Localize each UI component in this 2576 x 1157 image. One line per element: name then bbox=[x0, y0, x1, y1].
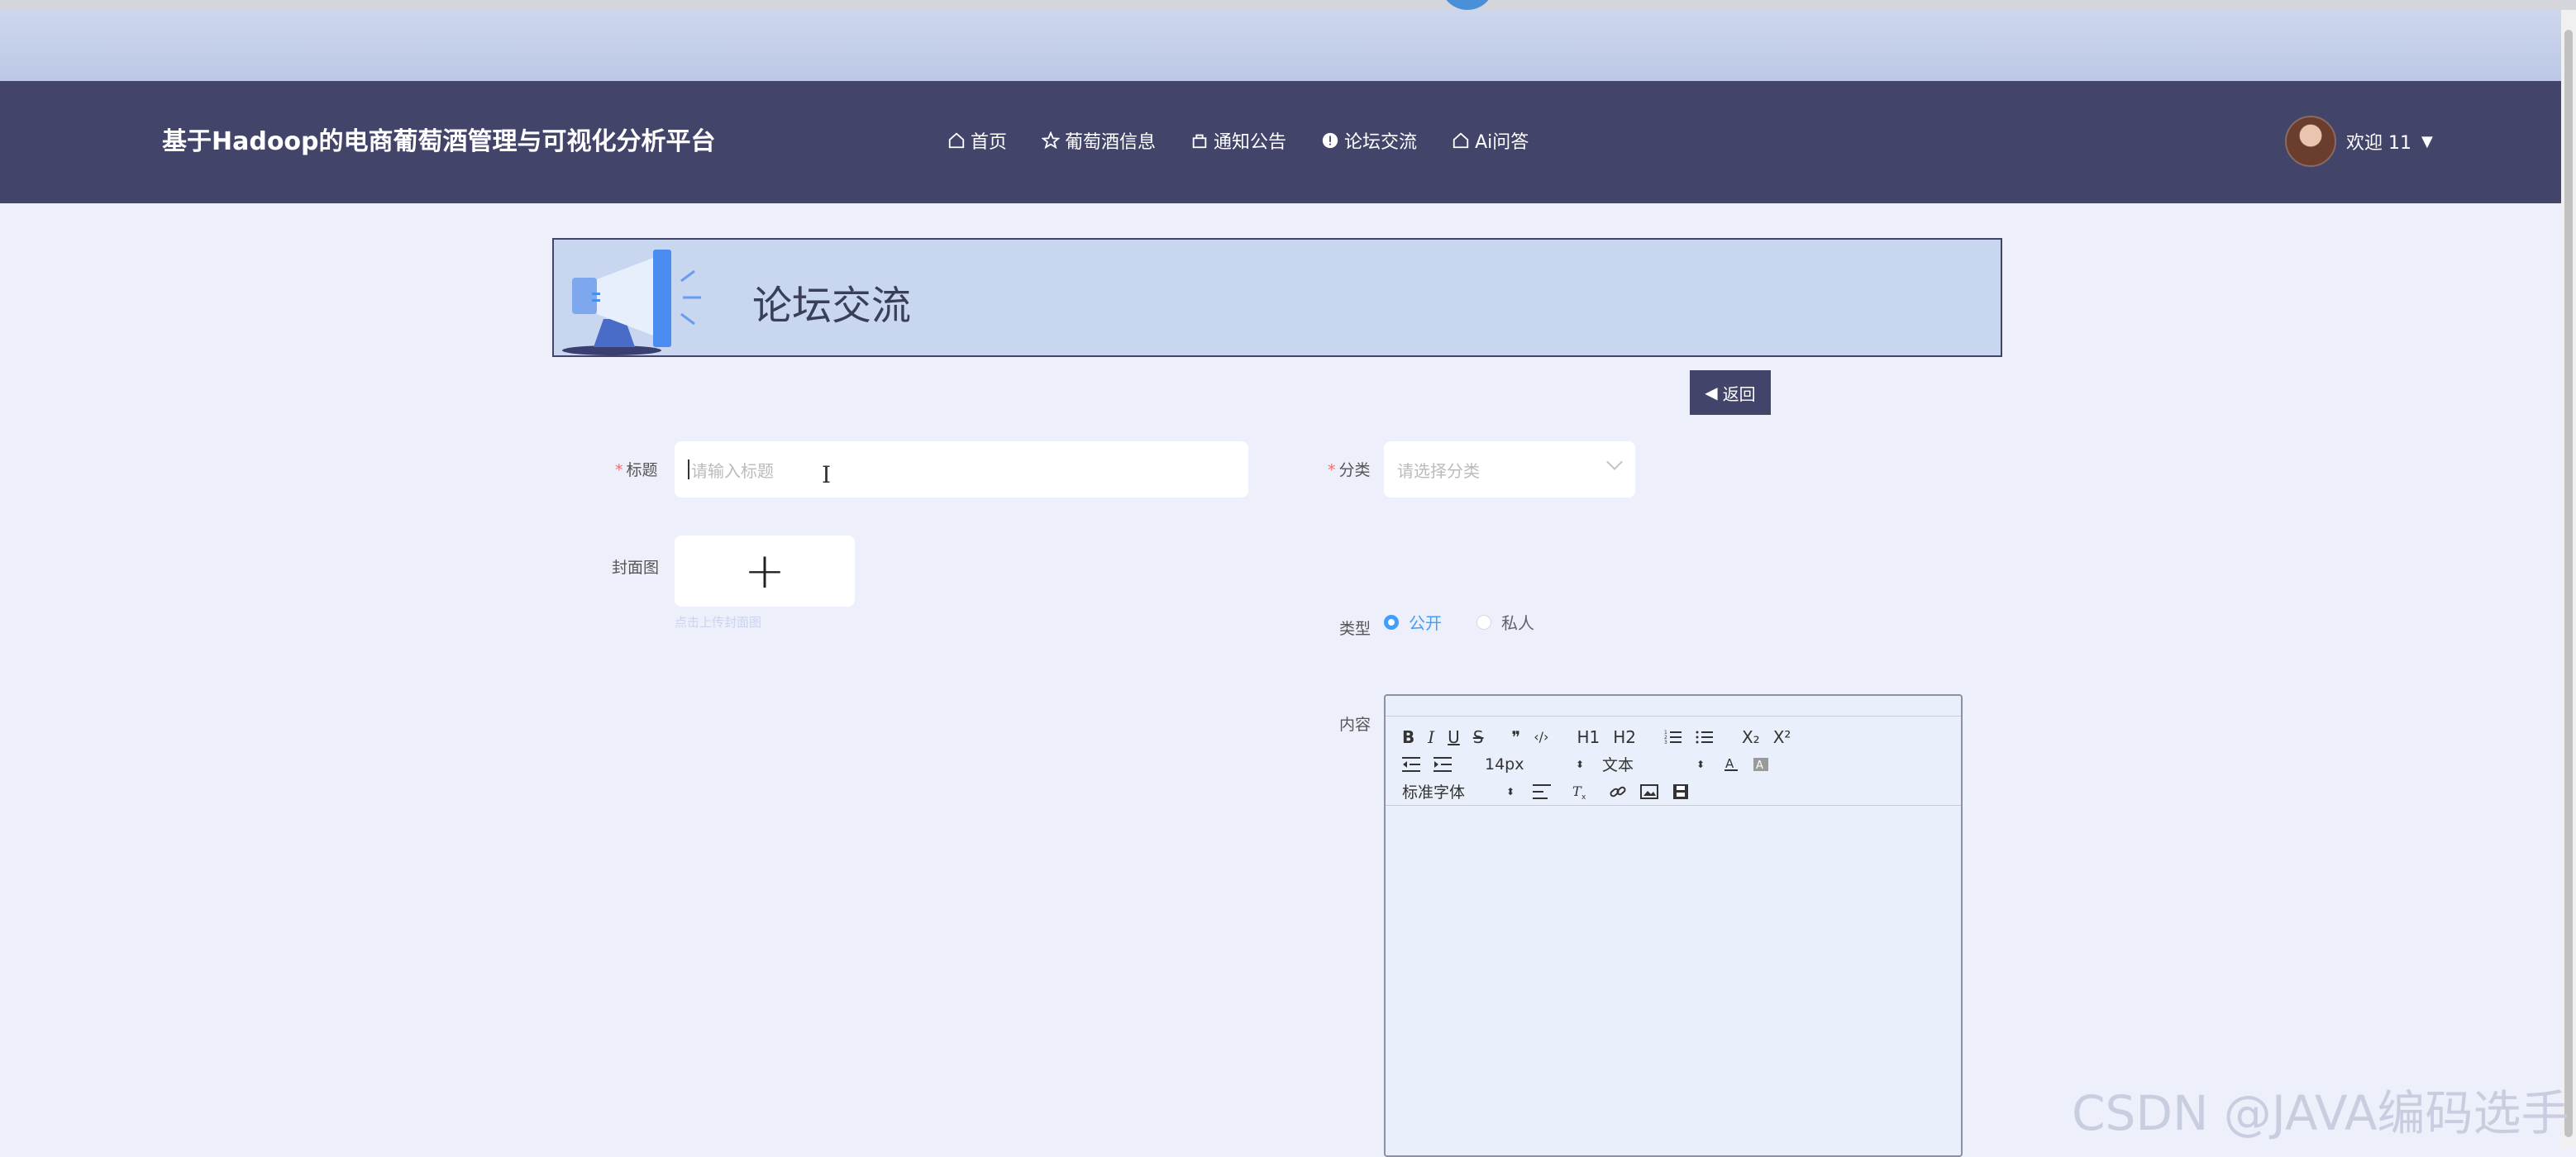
bag-icon bbox=[1192, 134, 1207, 149]
page-banner: 论坛交流 bbox=[552, 238, 2002, 357]
category-label: * 分类 bbox=[1328, 461, 1371, 479]
site-title: 基于Hadoop的电商葡萄酒管理与可视化分析平台 bbox=[162, 127, 716, 156]
text-cursor bbox=[688, 459, 689, 479]
cover-upload-tip: 点击上传封面图 bbox=[675, 615, 762, 630]
back-label: 返回 bbox=[1722, 383, 1756, 404]
font-color-icon[interactable]: A bbox=[1723, 754, 1739, 775]
nav-label: Ai问答 bbox=[1475, 132, 1529, 153]
title-placeholder: 请输入标题 bbox=[691, 460, 774, 481]
plus-icon: + bbox=[743, 542, 786, 600]
caret-down-icon[interactable]: ▼ bbox=[2421, 133, 2433, 150]
caret-left-icon: ◀ bbox=[1705, 383, 1718, 402]
bullet-list-icon[interactable] bbox=[1696, 726, 1714, 748]
watermark: CSDN @JAVA编码选手 bbox=[2072, 1085, 2569, 1141]
underline-button[interactable]: U bbox=[1448, 726, 1460, 748]
rich-text-editor: B I U S ❞ ‹/› H1 H2 123 X₂ X² 14px ⬍ 文本 … bbox=[1384, 694, 1963, 1157]
svg-text:x: x bbox=[1581, 793, 1586, 800]
h2-button[interactable]: H2 bbox=[1613, 726, 1636, 748]
category-placeholder: 请选择分类 bbox=[1397, 460, 1480, 481]
editor-toolbar: B I U S ❞ ‹/› H1 H2 123 X₂ X² 14px ⬍ 文本 … bbox=[1386, 717, 1961, 806]
type-label: 类型 bbox=[1339, 620, 1371, 638]
align-icon[interactable] bbox=[1533, 781, 1551, 802]
font-size-select[interactable]: 14px ⬍ bbox=[1485, 755, 1584, 774]
up-down-icon: ⬍ bbox=[1505, 785, 1515, 798]
star-icon bbox=[1042, 131, 1061, 150]
nav-label: 首页 bbox=[971, 132, 1008, 153]
nav-item-home[interactable]: 首页 bbox=[947, 127, 1007, 154]
radio-unchecked-icon bbox=[1476, 614, 1491, 630]
link-icon[interactable] bbox=[1609, 781, 1627, 802]
cover-upload-button[interactable]: + bbox=[675, 536, 855, 607]
title-input[interactable]: 请输入标题 bbox=[675, 441, 1248, 498]
subscript-button[interactable]: X₂ bbox=[1742, 726, 1760, 748]
main-nav: 首页 葡萄酒信息 通知公告 论坛交流 Ai问答 bbox=[947, 127, 1529, 154]
nav-item-ai-qa[interactable]: Ai问答 bbox=[1452, 127, 1529, 154]
user-greeting[interactable]: 欢迎 11 bbox=[2346, 128, 2411, 155]
indent-icon[interactable] bbox=[1433, 754, 1452, 775]
browser-top-strip bbox=[0, 0, 2576, 10]
ordered-list-icon[interactable]: 123 bbox=[1664, 726, 1682, 748]
nav-item-wine-info[interactable]: 葡萄酒信息 bbox=[1042, 127, 1156, 154]
superscript-button[interactable]: X² bbox=[1773, 726, 1791, 748]
nav-label: 论坛交流 bbox=[1344, 132, 1418, 153]
svg-text:A: A bbox=[1756, 759, 1763, 772]
header-select[interactable]: 文本 ⬍ bbox=[1602, 753, 1705, 775]
category-select[interactable]: 请选择分类 bbox=[1384, 441, 1635, 498]
title-label: * 标题 bbox=[615, 461, 658, 479]
background-color-icon[interactable]: A bbox=[1753, 754, 1769, 775]
avatar[interactable] bbox=[2285, 116, 2336, 167]
home-icon bbox=[948, 132, 965, 149]
up-down-icon: ⬍ bbox=[1696, 758, 1705, 770]
radio-public[interactable]: 公开 bbox=[1384, 610, 1442, 634]
radio-checked-icon bbox=[1384, 614, 1399, 630]
svg-text:3: 3 bbox=[1664, 740, 1667, 745]
toolbar-row: 标准字体 ⬍ Tx bbox=[1402, 778, 1944, 805]
page-scrollbar[interactable] bbox=[2561, 10, 2576, 1149]
cover-label: 封面图 bbox=[612, 559, 660, 577]
scrollbar-thumb[interactable] bbox=[2564, 30, 2573, 1137]
radio-private[interactable]: 私人 bbox=[1476, 610, 1534, 634]
font-family-select[interactable]: 标准字体 ⬍ bbox=[1402, 780, 1515, 802]
toolbar-row: B I U S ❞ ‹/› H1 H2 123 X₂ X² bbox=[1402, 723, 1944, 750]
video-icon[interactable] bbox=[1672, 781, 1690, 802]
nav-item-notices[interactable]: 通知公告 bbox=[1190, 127, 1286, 154]
user-menu[interactable]: 欢迎 11 ▼ bbox=[2285, 116, 2433, 167]
toolbar-row: 14px ⬍ 文本 ⬍ A A bbox=[1402, 750, 1944, 778]
megaphone-icon bbox=[562, 250, 701, 355]
nav-label: 通知公告 bbox=[1214, 132, 1287, 153]
back-button[interactable]: ◀ 返回 bbox=[1690, 370, 1771, 415]
svg-text:A: A bbox=[1725, 756, 1734, 771]
up-down-icon: ⬍ bbox=[1575, 758, 1584, 770]
editor-content-area[interactable] bbox=[1386, 806, 1961, 1153]
h1-button[interactable]: H1 bbox=[1577, 726, 1600, 748]
top-gradient-band bbox=[0, 10, 2561, 81]
code-block-button[interactable]: ‹/› bbox=[1534, 726, 1548, 748]
nav-item-forum[interactable]: 论坛交流 bbox=[1321, 127, 1417, 154]
browser-indicator bbox=[1440, 0, 1495, 10]
content-label: 内容 bbox=[1339, 716, 1371, 734]
mouse-ibeam-cursor: I bbox=[822, 461, 832, 488]
top-navbar: 基于Hadoop的电商葡萄酒管理与可视化分析平台 首页 葡萄酒信息 通知公告 论… bbox=[0, 81, 2561, 203]
clear-format-icon[interactable]: Tx bbox=[1571, 781, 1589, 802]
outdent-icon[interactable] bbox=[1402, 754, 1420, 775]
home-icon bbox=[1453, 132, 1469, 149]
editor-top-bar bbox=[1386, 696, 1961, 717]
type-radio-group: 公开 私人 bbox=[1384, 610, 1534, 634]
italic-button[interactable]: I bbox=[1428, 726, 1434, 748]
chevron-down-icon bbox=[1606, 454, 1623, 470]
info-icon bbox=[1322, 132, 1338, 149]
bold-button[interactable]: B bbox=[1402, 726, 1414, 748]
image-icon[interactable] bbox=[1640, 781, 1658, 802]
page-title: 论坛交流 bbox=[752, 283, 912, 329]
blockquote-button[interactable]: ❞ bbox=[1512, 726, 1521, 748]
nav-label: 葡萄酒信息 bbox=[1065, 132, 1157, 153]
strikethrough-button[interactable]: S bbox=[1473, 726, 1484, 748]
